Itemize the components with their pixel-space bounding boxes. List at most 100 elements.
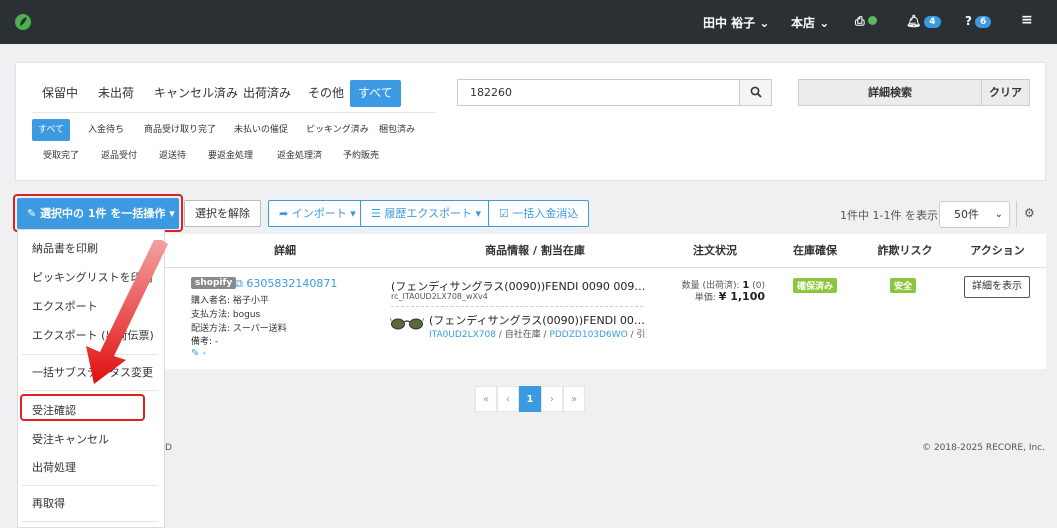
column-header-order-status: 注文状況	[693, 244, 737, 257]
order-number: 6305832140871	[246, 277, 338, 290]
subtab-awaiting-payment[interactable]: 入金待ち	[82, 119, 130, 141]
store-menu[interactable]: 本店 ⌄	[791, 14, 829, 31]
hamburger-menu-icon[interactable]: ≡	[1021, 12, 1033, 28]
chevron-down-icon: ⌄	[759, 16, 770, 30]
subtab-all[interactable]: すべて	[32, 119, 71, 141]
menu-item-print-delivery-note[interactable]: 納品書を印刷	[32, 240, 98, 256]
tab-all[interactable]: すべて	[350, 80, 401, 107]
view-detail-button[interactable]: 詳細を表示	[964, 276, 1030, 298]
column-header-stock-reserve: 在庫確保	[793, 244, 837, 257]
subtab-preorder[interactable]: 予約販売	[337, 145, 385, 167]
tab-on-hold[interactable]: 保留中	[34, 80, 86, 107]
printer-icon: ⎙	[855, 14, 865, 28]
help-button[interactable]: ? 6	[965, 14, 992, 28]
tab-unshipped[interactable]: 未出荷	[90, 80, 142, 107]
chevron-down-icon: ⌄	[994, 209, 1003, 220]
footer-text: D	[165, 443, 172, 453]
menu-item-ship[interactable]: 出荷処理	[32, 459, 76, 475]
advanced-search-button[interactable]: 詳細検索	[798, 79, 982, 106]
subtab-picked[interactable]: ピッキング済み	[300, 119, 375, 141]
deselect-button[interactable]: 選択を解除	[184, 200, 261, 227]
per-page-value: 50件	[954, 208, 979, 221]
gear-icon[interactable]: ⚙	[1024, 206, 1035, 220]
next-page-button[interactable]: ›	[541, 386, 563, 412]
menu-item-export-shipping-slip[interactable]: エクスポート (出荷伝票)	[32, 327, 154, 343]
caret-down-icon: ▾	[350, 207, 356, 220]
per-page-select[interactable]: 50件 ⌄	[939, 201, 1010, 228]
user-menu[interactable]: 田中 裕子 ⌄	[703, 14, 769, 31]
notifications-button[interactable]: 🔔︎ 4	[906, 14, 941, 28]
edit-note-button[interactable]: ✎ -	[191, 348, 206, 359]
order-number-link[interactable]: ⧉ 6305832140871	[235, 277, 337, 291]
stock-sku-link[interactable]: ITA0UD2LX708	[429, 330, 496, 340]
last-page-button[interactable]: »	[563, 386, 585, 412]
subtab-refund-required[interactable]: 要返金処理	[202, 145, 259, 167]
divider	[32, 112, 436, 113]
history-export-label: 履歴エクスポート	[384, 207, 473, 220]
delivery-method: 配送方法: スーパー送料	[191, 324, 287, 334]
order-note: 備考: -	[191, 337, 219, 347]
stock-tail: / 引当...	[630, 330, 647, 340]
tab-shipped[interactable]: 出荷済み	[235, 80, 299, 107]
import-button[interactable]: ➦ インポート ▾	[268, 200, 367, 227]
check-square-icon: ☑	[499, 207, 509, 220]
menu-item-bulk-substatus[interactable]: 一括サブステータス変更	[32, 364, 153, 380]
stock-location: / 自社在庫 /	[495, 330, 550, 340]
share-icon: ➦	[279, 207, 289, 220]
subtab-packed[interactable]: 梱包済み	[373, 119, 421, 141]
list-icon: ☰	[371, 207, 381, 220]
price-value: ¥ 1,100	[718, 290, 765, 303]
copyright: © 2018-2025 RECORE, Inc.	[922, 443, 1045, 453]
bell-icon: 🔔︎	[906, 14, 922, 28]
allocated-stock-info: ITA0UD2LX708 / 自社在庫 / PDDZD103D6WO / 引当.…	[429, 327, 647, 340]
menu-item-cancel-order[interactable]: 受注キャンセル	[32, 431, 109, 447]
buyer-name: 購入者名: 裕子小平	[191, 296, 269, 306]
printer-status[interactable]: ⎙	[855, 14, 877, 29]
history-export-button[interactable]: ☰ 履歴エクスポート ▾	[360, 200, 493, 227]
question-icon: ?	[965, 14, 972, 28]
prev-page-button[interactable]: ‹	[497, 386, 519, 412]
clear-button[interactable]: クリア	[981, 79, 1030, 106]
stock-code-link[interactable]: PDDZD103D6WO	[549, 330, 627, 340]
search-input[interactable]: 182260	[457, 79, 740, 106]
external-link-icon: ⧉	[235, 277, 243, 290]
divider	[22, 521, 158, 522]
subtab-refunded[interactable]: 返金処理済	[271, 145, 328, 167]
payment-method: 支払方法: bogus	[191, 310, 261, 320]
search-icon	[750, 86, 762, 98]
first-page-button[interactable]: «	[475, 386, 497, 412]
menu-item-export[interactable]: エクスポート	[32, 298, 98, 314]
divider	[22, 485, 158, 486]
page-1-button[interactable]: 1	[519, 386, 541, 412]
divider	[391, 306, 643, 307]
store-name: 本店	[791, 16, 816, 30]
bulk-payment-button[interactable]: ☑ 一括入金消込	[488, 200, 590, 227]
shop-badge: shopify	[191, 277, 237, 289]
subtab-payment-reminder[interactable]: 未払いの催促	[228, 119, 294, 141]
menu-item-refetch[interactable]: 再取得	[32, 495, 65, 511]
reserve-status-badge: 確保済み	[793, 278, 838, 293]
divider	[1016, 201, 1017, 227]
column-header-action: アクション	[970, 244, 1025, 257]
tab-cancelled[interactable]: キャンセル済み	[146, 80, 246, 107]
divider	[165, 267, 1046, 268]
divider	[22, 390, 158, 391]
tab-other[interactable]: その他	[300, 80, 352, 107]
subtab-return-accepted[interactable]: 返品受付	[95, 145, 143, 167]
orders-table: 詳細 商品情報 / 割当在庫 注文状況 在庫確保 詐欺リスク アクション sho…	[165, 234, 1046, 369]
result-count: 1件中 1-1件 を表示	[840, 209, 938, 222]
search-button[interactable]	[739, 79, 772, 106]
column-header-product: 商品情報 / 割当在庫	[485, 244, 585, 257]
import-label: インポート	[291, 207, 347, 220]
column-header-detail: 詳細	[274, 244, 296, 257]
menu-item-print-picking-list[interactable]: ピッキングリストを印刷	[32, 269, 153, 285]
bulk-action-menu: 納品書を印刷 ピッキングリストを印刷 エクスポート エクスポート (出荷伝票) …	[17, 229, 165, 528]
notification-count: 4	[924, 16, 941, 28]
top-navbar: 田中 裕子 ⌄ 本店 ⌄ ⎙ 🔔︎ 4 ? 6 ≡	[0, 0, 1057, 44]
allocated-product-name: (フェンディサングラス(0090))FENDI 0090 009...	[429, 314, 645, 327]
subtab-return-waiting[interactable]: 返送待	[153, 145, 192, 167]
subtab-received[interactable]: 商品受け取り完了	[138, 119, 222, 141]
chevron-down-icon: ⌄	[819, 16, 830, 30]
app-logo-icon[interactable]	[14, 13, 32, 31]
subtab-receipt-complete[interactable]: 受取完了	[37, 145, 85, 167]
